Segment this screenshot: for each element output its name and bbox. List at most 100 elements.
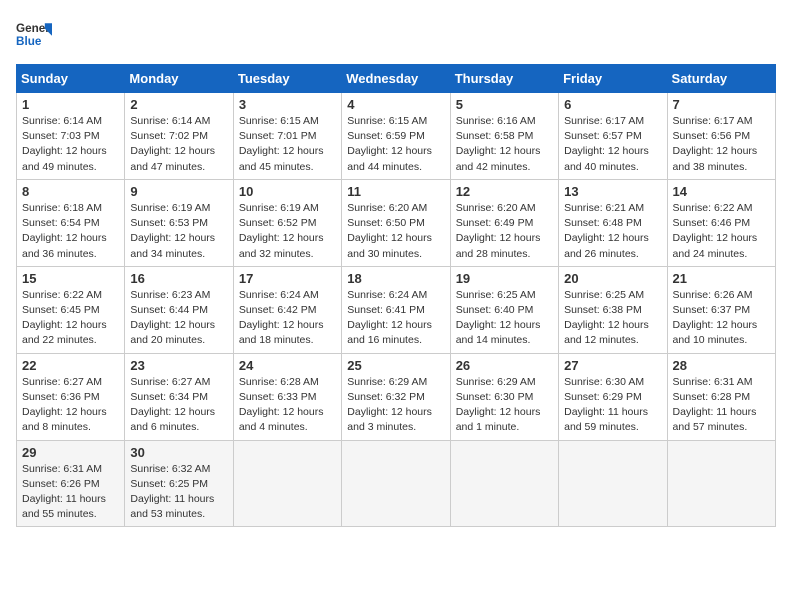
day-info: Sunrise: 6:19 AMSunset: 6:52 PMDaylight:… xyxy=(239,201,336,262)
empty-day xyxy=(559,440,667,527)
day-number: 4 xyxy=(347,97,444,112)
empty-day xyxy=(233,440,341,527)
weekday-header: Thursday xyxy=(450,65,558,93)
calendar-week-row: 15 Sunrise: 6:22 AMSunset: 6:45 PMDayligh… xyxy=(17,266,776,353)
day-number: 8 xyxy=(22,184,119,199)
weekday-header: Wednesday xyxy=(342,65,450,93)
day-info: Sunrise: 6:20 AMSunset: 6:50 PMDaylight:… xyxy=(347,201,444,262)
day-number: 11 xyxy=(347,184,444,199)
calendar-day: 16 Sunrise: 6:23 AMSunset: 6:44 PMDayligh… xyxy=(125,266,233,353)
logo: General Blue xyxy=(16,16,52,52)
calendar-day: 17 Sunrise: 6:24 AMSunset: 6:42 PMDayligh… xyxy=(233,266,341,353)
day-info: Sunrise: 6:16 AMSunset: 6:58 PMDaylight:… xyxy=(456,114,553,175)
day-number: 6 xyxy=(564,97,661,112)
day-number: 9 xyxy=(130,184,227,199)
day-info: Sunrise: 6:31 AMSunset: 6:28 PMDaylight:… xyxy=(673,375,770,436)
calendar-day: 20 Sunrise: 6:25 AMSunset: 6:38 PMDayligh… xyxy=(559,266,667,353)
day-info: Sunrise: 6:25 AMSunset: 6:40 PMDaylight:… xyxy=(456,288,553,349)
calendar-day: 10 Sunrise: 6:19 AMSunset: 6:52 PMDayligh… xyxy=(233,179,341,266)
calendar-day: 15 Sunrise: 6:22 AMSunset: 6:45 PMDayligh… xyxy=(17,266,125,353)
calendar-day: 30Sunrise: 6:32 AMSunset: 6:25 PMDayligh… xyxy=(125,440,233,527)
day-number: 29 xyxy=(22,445,119,460)
day-number: 16 xyxy=(130,271,227,286)
calendar-day: 19 Sunrise: 6:25 AMSunset: 6:40 PMDayligh… xyxy=(450,266,558,353)
day-number: 21 xyxy=(673,271,770,286)
day-info: Sunrise: 6:29 AMSunset: 6:32 PMDaylight:… xyxy=(347,375,444,436)
weekday-header: Friday xyxy=(559,65,667,93)
calendar-week-row: 8 Sunrise: 6:18 AMSunset: 6:54 PMDaylight… xyxy=(17,179,776,266)
calendar-table: SundayMondayTuesdayWednesdayThursdayFrid… xyxy=(16,64,776,527)
day-number: 19 xyxy=(456,271,553,286)
empty-day xyxy=(342,440,450,527)
calendar-day: 7 Sunrise: 6:17 AMSunset: 6:56 PMDaylight… xyxy=(667,93,775,180)
day-number: 27 xyxy=(564,358,661,373)
day-number: 2 xyxy=(130,97,227,112)
calendar-day: 13Sunrise: 6:21 AMSunset: 6:48 PMDayligh… xyxy=(559,179,667,266)
calendar-day: 8 Sunrise: 6:18 AMSunset: 6:54 PMDaylight… xyxy=(17,179,125,266)
day-info: Sunrise: 6:23 AMSunset: 6:44 PMDaylight:… xyxy=(130,288,227,349)
page-header: General Blue xyxy=(16,16,776,52)
calendar-week-row: 22Sunrise: 6:27 AMSunset: 6:36 PMDayligh… xyxy=(17,353,776,440)
calendar-day: 5 Sunrise: 6:16 AMSunset: 6:58 PMDaylight… xyxy=(450,93,558,180)
calendar-week-row: 29 Sunrise: 6:31 AMSunset: 6:26 PMDayligh… xyxy=(17,440,776,527)
day-info: Sunrise: 6:32 AMSunset: 6:25 PMDaylight:… xyxy=(130,462,227,523)
calendar-day: 12 Sunrise: 6:20 AMSunset: 6:49 PMDayligh… xyxy=(450,179,558,266)
calendar-day: 22Sunrise: 6:27 AMSunset: 6:36 PMDayligh… xyxy=(17,353,125,440)
empty-day xyxy=(450,440,558,527)
calendar-day: 27 Sunrise: 6:30 AMSunset: 6:29 PMDayligh… xyxy=(559,353,667,440)
logo-icon: General Blue xyxy=(16,16,52,52)
day-number: 7 xyxy=(673,97,770,112)
day-info: Sunrise: 6:31 AMSunset: 6:26 PMDaylight:… xyxy=(22,462,119,523)
weekday-header: Saturday xyxy=(667,65,775,93)
day-number: 15 xyxy=(22,271,119,286)
calendar-day: 25 Sunrise: 6:29 AMSunset: 6:32 PMDayligh… xyxy=(342,353,450,440)
day-number: 13 xyxy=(564,184,661,199)
day-info: Sunrise: 6:17 AMSunset: 6:57 PMDaylight:… xyxy=(564,114,661,175)
day-info: Sunrise: 6:26 AMSunset: 6:37 PMDaylight:… xyxy=(673,288,770,349)
day-number: 25 xyxy=(347,358,444,373)
calendar-day: 4Sunrise: 6:15 AMSunset: 6:59 PMDaylight… xyxy=(342,93,450,180)
day-number: 5 xyxy=(456,97,553,112)
day-info: Sunrise: 6:29 AMSunset: 6:30 PMDaylight:… xyxy=(456,375,553,436)
day-info: Sunrise: 6:24 AMSunset: 6:42 PMDaylight:… xyxy=(239,288,336,349)
day-info: Sunrise: 6:20 AMSunset: 6:49 PMDaylight:… xyxy=(456,201,553,262)
weekday-header: Tuesday xyxy=(233,65,341,93)
calendar-day: 18Sunrise: 6:24 AMSunset: 6:41 PMDayligh… xyxy=(342,266,450,353)
svg-text:Blue: Blue xyxy=(16,35,42,48)
calendar-day: 26 Sunrise: 6:29 AMSunset: 6:30 PMDayligh… xyxy=(450,353,558,440)
day-number: 10 xyxy=(239,184,336,199)
calendar-day: 21 Sunrise: 6:26 AMSunset: 6:37 PMDayligh… xyxy=(667,266,775,353)
day-info: Sunrise: 6:25 AMSunset: 6:38 PMDaylight:… xyxy=(564,288,661,349)
day-number: 17 xyxy=(239,271,336,286)
calendar-week-row: 1Sunrise: 6:14 AMSunset: 7:03 PMDaylight… xyxy=(17,93,776,180)
day-info: Sunrise: 6:17 AMSunset: 6:56 PMDaylight:… xyxy=(673,114,770,175)
day-info: Sunrise: 6:27 AMSunset: 6:34 PMDaylight:… xyxy=(130,375,227,436)
day-number: 20 xyxy=(564,271,661,286)
day-info: Sunrise: 6:22 AMSunset: 6:45 PMDaylight:… xyxy=(22,288,119,349)
day-number: 3 xyxy=(239,97,336,112)
day-info: Sunrise: 6:30 AMSunset: 6:29 PMDaylight:… xyxy=(564,375,661,436)
weekday-header: Sunday xyxy=(17,65,125,93)
calendar-day: 2Sunrise: 6:14 AMSunset: 7:02 PMDaylight… xyxy=(125,93,233,180)
day-info: Sunrise: 6:22 AMSunset: 6:46 PMDaylight:… xyxy=(673,201,770,262)
day-number: 12 xyxy=(456,184,553,199)
calendar-day: 23 Sunrise: 6:27 AMSunset: 6:34 PMDayligh… xyxy=(125,353,233,440)
empty-day xyxy=(667,440,775,527)
calendar-day: 24Sunrise: 6:28 AMSunset: 6:33 PMDayligh… xyxy=(233,353,341,440)
day-number: 18 xyxy=(347,271,444,286)
calendar-day: 6 Sunrise: 6:17 AMSunset: 6:57 PMDaylight… xyxy=(559,93,667,180)
day-info: Sunrise: 6:19 AMSunset: 6:53 PMDaylight:… xyxy=(130,201,227,262)
calendar-day: 9 Sunrise: 6:19 AMSunset: 6:53 PMDaylight… xyxy=(125,179,233,266)
day-number: 26 xyxy=(456,358,553,373)
day-info: Sunrise: 6:28 AMSunset: 6:33 PMDaylight:… xyxy=(239,375,336,436)
calendar-day: 11 Sunrise: 6:20 AMSunset: 6:50 PMDayligh… xyxy=(342,179,450,266)
calendar-day: 28 Sunrise: 6:31 AMSunset: 6:28 PMDayligh… xyxy=(667,353,775,440)
day-info: Sunrise: 6:14 AMSunset: 7:03 PMDaylight:… xyxy=(22,114,119,175)
day-number: 14 xyxy=(673,184,770,199)
weekday-header-row: SundayMondayTuesdayWednesdayThursdayFrid… xyxy=(17,65,776,93)
calendar-day: 3Sunrise: 6:15 AMSunset: 7:01 PMDaylight… xyxy=(233,93,341,180)
day-number: 28 xyxy=(673,358,770,373)
day-info: Sunrise: 6:18 AMSunset: 6:54 PMDaylight:… xyxy=(22,201,119,262)
calendar-day: 14 Sunrise: 6:22 AMSunset: 6:46 PMDayligh… xyxy=(667,179,775,266)
day-number: 23 xyxy=(130,358,227,373)
